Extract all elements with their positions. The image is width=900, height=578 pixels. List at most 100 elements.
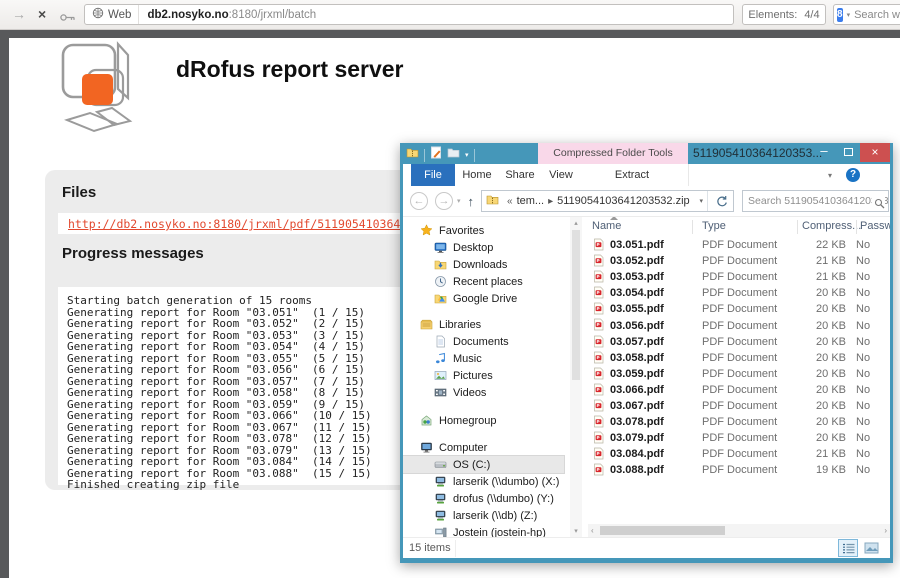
customize-toolbar-caret-icon[interactable]: ▾ — [465, 151, 469, 159]
file-type: PDF Document — [702, 239, 777, 251]
breadcrumb[interactable]: « tem... ▸ 5119054103641203532.zip ▾ — [481, 190, 734, 212]
downloads-icon — [434, 258, 447, 271]
scroll-up-icon[interactable]: ▴ — [570, 219, 582, 227]
breadcrumb-arrow-icon[interactable]: ▸ — [548, 196, 553, 207]
sidebar-item-jostein-jostein-hp[interactable]: Jostein (jostein-hp) — [403, 524, 568, 537]
sidebar-item-downloads[interactable]: Downloads — [403, 256, 568, 273]
file-type: PDF Document — [702, 320, 777, 332]
sidebar-section-libraries[interactable]: Libraries — [403, 316, 568, 333]
magnifier-icon[interactable] — [872, 196, 885, 212]
file-row[interactable]: 03.079.pdfPDF Document20 KBNo — [588, 430, 890, 446]
file-size: 20 KB — [776, 400, 846, 412]
tab-view[interactable]: View — [541, 164, 581, 186]
file-row[interactable]: 03.051.pdfPDF Document22 KBNo — [588, 237, 890, 253]
address-dropdown-caret-icon[interactable]: ▾ — [700, 197, 704, 205]
breadcrumb-parent[interactable]: tem... — [517, 195, 545, 207]
refresh-button[interactable] — [715, 195, 728, 211]
tab-share[interactable]: Share — [499, 164, 541, 186]
scroll-down-icon[interactable]: ▾ — [570, 527, 582, 535]
browser-search-box[interactable]: 8 ▾ Search with G — [833, 4, 900, 25]
column-type[interactable]: Type — [702, 220, 726, 232]
divider[interactable] — [692, 220, 693, 234]
thumbnail-view-button[interactable] — [862, 540, 880, 556]
file-row[interactable]: 03.059.pdfPDF Document20 KBNo — [588, 366, 890, 382]
forward-icon[interactable]: → — [12, 6, 26, 22]
file-row[interactable]: 03.084.pdfPDF Document21 KBNo — [588, 446, 890, 462]
sidebar-section-favorites[interactable]: Favorites — [403, 222, 568, 239]
elements-value: 4/4 — [804, 9, 819, 21]
scroll-thumb[interactable] — [600, 526, 725, 535]
file-row[interactable]: 03.053.pdfPDF Document21 KBNo — [588, 269, 890, 285]
stop-icon[interactable]: × — [38, 6, 46, 22]
forward-button[interactable]: → — [435, 192, 453, 210]
scroll-left-icon[interactable]: ‹ — [591, 526, 594, 535]
file-size: 20 KB — [776, 303, 846, 315]
column-compressed[interactable]: Compress... — [802, 220, 861, 232]
sidebar-item-drofus-dumbo-y[interactable]: drofus (\\dumbo) (Y:) — [403, 490, 568, 507]
column-name[interactable]: Name — [592, 220, 621, 232]
breadcrumb-overflow[interactable]: « — [507, 196, 513, 207]
divider[interactable] — [797, 220, 798, 234]
file-row[interactable]: 03.058.pdfPDF Document20 KBNo — [588, 350, 890, 366]
maximize-button[interactable] — [836, 143, 860, 161]
up-button[interactable]: ↑ — [468, 194, 475, 209]
window-title: 511905410364120353... — [693, 146, 822, 160]
divider[interactable] — [856, 220, 857, 234]
file-row[interactable]: 03.056.pdfPDF Document20 KBNo — [588, 317, 890, 333]
minimize-button[interactable]: – — [812, 143, 836, 161]
close-button[interactable]: × — [860, 143, 890, 162]
network-drive-icon — [434, 492, 447, 505]
file-row[interactable]: 03.052.pdfPDF Document21 KBNo — [588, 253, 890, 269]
sidebar-section-homegroup[interactable]: Homegroup — [403, 412, 568, 429]
breadcrumb-current[interactable]: 5119054103641203532.zip — [557, 195, 690, 207]
url-bar[interactable]: Web db2.nosyko.no:8180/jrxml/batch — [84, 4, 734, 25]
file-row[interactable]: 03.057.pdfPDF Document20 KBNo — [588, 334, 890, 350]
details-view-button[interactable] — [839, 540, 857, 556]
sidebar-item-label: Music — [453, 353, 482, 365]
ribbon-collapse-chevron-icon[interactable]: ▾ — [828, 171, 832, 180]
scroll-right-icon[interactable]: › — [884, 526, 887, 535]
file-password: No — [856, 320, 870, 332]
sidebar-item-os-c[interactable]: OS (C:) — [403, 456, 564, 473]
key-icon[interactable] — [60, 9, 76, 25]
file-name: 03.067.pdf — [610, 400, 664, 412]
file-name: 03.054.pdf — [610, 287, 664, 299]
titlebar[interactable]: ▾ Compressed Folder Tools 51190541036412… — [403, 143, 890, 164]
file-size: 21 KB — [776, 255, 846, 267]
tab-extract[interactable]: Extract — [603, 164, 661, 186]
nav-scrollbar[interactable]: ▴ ▾ — [570, 217, 582, 537]
tab-home[interactable]: Home — [455, 164, 499, 186]
sidebar-item-google-drive[interactable]: Google Drive — [403, 290, 568, 307]
column-password[interactable]: Passwor... — [860, 220, 890, 232]
file-type: PDF Document — [702, 255, 777, 267]
file-row[interactable]: 03.078.pdfPDF Document20 KBNo — [588, 414, 890, 430]
explorer-search-box[interactable]: Search 5119054103641203532.... — [742, 190, 889, 212]
sidebar-item-pictures[interactable]: Pictures — [403, 367, 568, 384]
properties-icon[interactable] — [430, 146, 442, 164]
sidebar-section-computer[interactable]: Computer — [403, 439, 568, 456]
sidebar-item-larserik-dumbo-x[interactable]: larserik (\\dumbo) (X:) — [403, 473, 568, 490]
scroll-thumb[interactable] — [572, 230, 580, 380]
file-row[interactable]: 03.067.pdfPDF Document20 KBNo — [588, 398, 890, 414]
help-button[interactable]: ? — [846, 168, 860, 182]
file-row[interactable]: 03.054.pdfPDF Document20 KBNo — [588, 285, 890, 301]
sidebar-item-videos[interactable]: Videos — [403, 384, 568, 401]
sidebar-item-recent-places[interactable]: Recent places — [403, 273, 568, 290]
spacer — [403, 401, 568, 412]
file-row[interactable]: 03.088.pdfPDF Document19 KBNo — [588, 462, 890, 478]
network-pc-icon — [434, 526, 447, 537]
horizontal-scrollbar[interactable]: ‹ › — [588, 524, 890, 537]
sidebar-item-desktop[interactable]: Desktop — [403, 239, 568, 256]
sidebar-item-documents[interactable]: Documents — [403, 333, 568, 350]
search-engine-caret-icon[interactable]: ▾ — [847, 11, 851, 19]
sidebar-item-music[interactable]: Music — [403, 350, 568, 367]
browser-chrome-band — [0, 30, 900, 38]
contextual-tab-header[interactable]: Compressed Folder Tools — [538, 143, 688, 164]
tab-file[interactable]: File — [411, 164, 455, 186]
file-row[interactable]: 03.055.pdfPDF Document20 KBNo — [588, 301, 890, 317]
sidebar-item-larserik-db-z[interactable]: larserik (\\db) (Z:) — [403, 507, 568, 524]
back-button[interactable]: ← — [410, 192, 428, 210]
recent-locations-caret-icon[interactable]: ▾ — [457, 197, 461, 205]
new-folder-icon[interactable] — [447, 146, 460, 164]
file-row[interactable]: 03.066.pdfPDF Document20 KBNo — [588, 382, 890, 398]
